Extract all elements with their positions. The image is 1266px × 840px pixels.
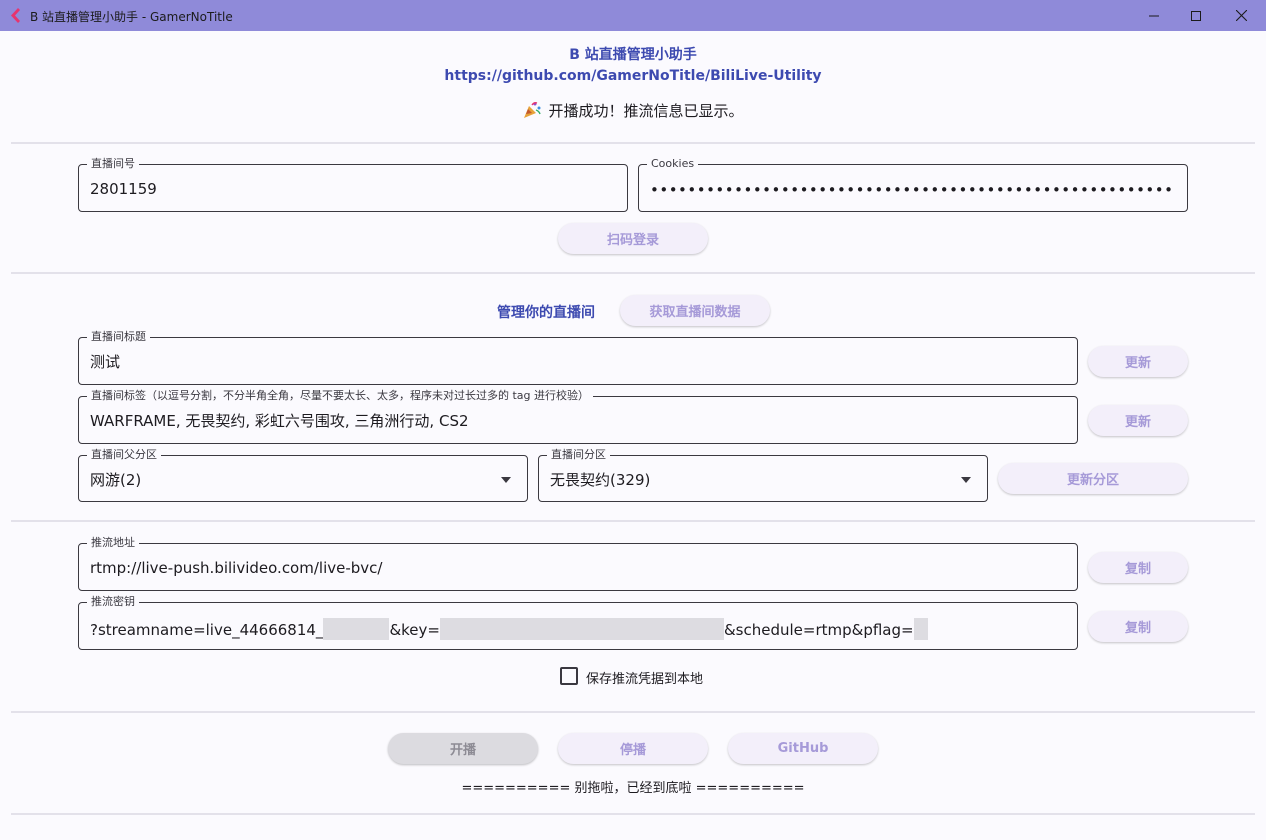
stop-stream-button[interactable]: 停播 xyxy=(558,733,708,764)
update-title-button[interactable]: 更新 xyxy=(1088,346,1188,377)
app-name: B 站直播管理小助手 xyxy=(569,47,697,63)
area-value: 无畏契约(329) xyxy=(550,471,651,489)
room-tags-label: 直播间标签（以逗号分割，不分半角全角，尽量不要太长、太多，程序未对过长过多的 t… xyxy=(87,389,594,403)
room-id-label: 直播间号 xyxy=(87,157,139,171)
copy-address-button[interactable]: 复制 xyxy=(1088,552,1188,583)
update-tags-button[interactable]: 更新 xyxy=(1088,405,1188,436)
redacted-block xyxy=(323,618,390,640)
status-message: 开播成功！推流信息已显示。 xyxy=(0,100,1266,121)
room-tags-field[interactable]: 直播间标签（以逗号分割，不分半角全角，尽量不要太长、太多，程序未对过长过多的 t… xyxy=(78,389,1078,444)
room-id-field[interactable]: 直播间号 2801159 xyxy=(78,157,628,212)
manage-section-title: 管理你的直播间 xyxy=(497,305,595,321)
room-title-field[interactable]: 直播间标题 测试 xyxy=(78,330,1078,385)
stream-key-part-2: &key= xyxy=(389,621,440,639)
window-titlebar[interactable]: B 站直播管理小助手 - GamerNoTitle xyxy=(0,0,1266,31)
stream-key-value: ?streamname=live_44666814_ &key= &schedule… xyxy=(90,618,928,640)
room-tags-value: WARFRAME, 无畏契约, 彩虹六号围攻, 三角洲行动, CS2 xyxy=(90,412,469,430)
stream-key-label: 推流密钥 xyxy=(87,595,139,609)
chevron-down-icon[interactable] xyxy=(961,477,971,483)
divider xyxy=(11,813,1255,815)
save-credentials-label[interactable]: 保存推流凭据到本地 xyxy=(586,668,703,687)
repo-link[interactable]: https://github.com/GamerNoTitle/BiliLive… xyxy=(0,68,1266,84)
cookies-value: ••••••••••••••••••••••••••••••••••••••••… xyxy=(650,181,1175,199)
stream-key-field[interactable]: 推流密钥 ?streamname=live_44666814_ &key= &sch… xyxy=(78,595,1078,650)
fetch-room-data-button[interactable]: 获取直播间数据 xyxy=(620,295,770,326)
party-popper-icon xyxy=(524,102,542,118)
room-title-label: 直播间标题 xyxy=(87,330,150,344)
parent-area-value: 网游(2) xyxy=(90,471,142,489)
github-button[interactable]: GitHub xyxy=(728,733,878,764)
area-label: 直播间分区 xyxy=(547,448,610,462)
update-area-button[interactable]: 更新分区 xyxy=(998,463,1188,494)
chevron-down-icon[interactable] xyxy=(501,477,511,483)
cookies-field[interactable]: Cookies ••••••••••••••••••••••••••••••••… xyxy=(638,157,1188,212)
stream-key-part-1: ?streamname=live_44666814_ xyxy=(90,621,324,639)
divider xyxy=(11,711,1255,713)
cookies-label: Cookies xyxy=(647,157,699,171)
save-credentials-checkbox[interactable] xyxy=(560,667,578,685)
redacted-block xyxy=(913,618,928,640)
app-logo-icon xyxy=(11,8,20,23)
window-title: B 站直播管理小助手 - GamerNoTitle xyxy=(30,10,233,24)
room-id-value: 2801159 xyxy=(90,180,157,198)
qr-login-button[interactable]: 扫码登录 xyxy=(558,223,708,254)
start-stream-button[interactable]: 开播 xyxy=(388,733,538,764)
stream-address-value: rtmp://live-push.bilivideo.com/live-bvc/ xyxy=(90,559,383,577)
parent-area-select[interactable]: 直播间父分区 网游(2) xyxy=(78,448,528,502)
stream-address-label: 推流地址 xyxy=(87,536,139,550)
close-button[interactable] xyxy=(1218,0,1264,31)
area-select[interactable]: 直播间分区 无畏契约(329) xyxy=(538,448,988,502)
stream-address-field[interactable]: 推流地址 rtmp://live-push.bilivideo.com/live… xyxy=(78,536,1078,591)
divider xyxy=(11,272,1255,274)
minimize-icon xyxy=(1149,15,1159,16)
stream-key-part-3: &schedule=rtmp&pflag= xyxy=(723,621,914,639)
status-text: 开播成功！推流信息已显示。 xyxy=(548,102,744,120)
footer-text: ========== 别拖啦，已经到底啦 ========== xyxy=(461,781,805,796)
maximize-icon xyxy=(1191,10,1201,21)
divider xyxy=(11,520,1255,522)
room-title-value: 测试 xyxy=(90,353,121,371)
redacted-block xyxy=(439,618,724,640)
maximize-button[interactable] xyxy=(1173,0,1219,31)
close-icon xyxy=(1235,10,1247,21)
minimize-button[interactable] xyxy=(1131,0,1177,31)
parent-area-label: 直播间父分区 xyxy=(87,448,161,462)
divider xyxy=(11,142,1255,144)
copy-key-button[interactable]: 复制 xyxy=(1088,611,1188,642)
